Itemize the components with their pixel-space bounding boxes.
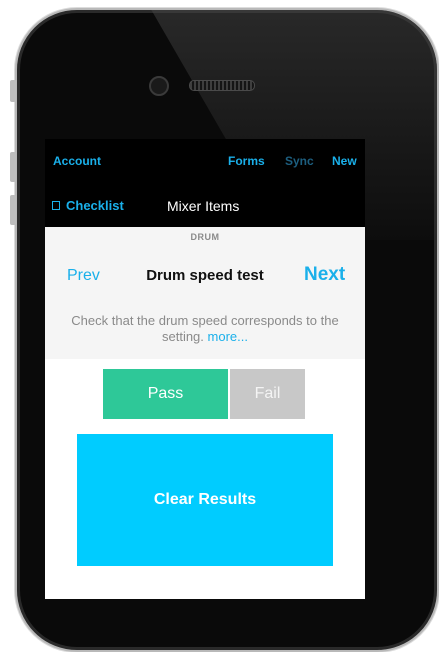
main-content: DRUM Drum speed test Prev Next Check tha… bbox=[45, 227, 365, 599]
section-label: DRUM bbox=[190, 232, 220, 242]
more-link[interactable]: more... bbox=[208, 329, 248, 344]
app-screen: Account Forms Sync New Checklist Mixer I… bbox=[45, 139, 365, 599]
volume-down-button bbox=[10, 195, 16, 225]
back-button-label: Checklist bbox=[66, 198, 124, 213]
item-description: Check that the drum speed corresponds to… bbox=[65, 313, 345, 345]
mute-switch bbox=[10, 80, 16, 102]
pass-button[interactable]: Pass bbox=[103, 369, 228, 419]
camera-icon bbox=[149, 76, 169, 96]
nav-bar: Checklist Mixer Items bbox=[45, 183, 365, 227]
fail-button[interactable]: Fail bbox=[230, 369, 305, 419]
back-square-icon bbox=[52, 201, 60, 210]
checklist-back-button[interactable]: Checklist bbox=[52, 198, 124, 213]
prev-button[interactable]: Prev bbox=[67, 267, 100, 285]
account-link[interactable]: Account bbox=[53, 154, 101, 168]
volume-up-button bbox=[10, 152, 16, 182]
description-text: Check that the drum speed corresponds to… bbox=[71, 313, 339, 344]
sync-link[interactable]: Sync bbox=[285, 154, 314, 168]
next-button[interactable]: Next bbox=[304, 264, 345, 286]
page-title: Mixer Items bbox=[167, 198, 240, 214]
item-panel: DRUM Drum speed test Prev Next Check tha… bbox=[45, 227, 365, 359]
speaker-grille bbox=[189, 80, 255, 91]
top-bar: Account Forms Sync New bbox=[45, 139, 365, 183]
clear-results-button[interactable]: Clear Results bbox=[77, 434, 333, 566]
forms-link[interactable]: Forms bbox=[228, 154, 265, 168]
new-link[interactable]: New bbox=[332, 154, 357, 168]
